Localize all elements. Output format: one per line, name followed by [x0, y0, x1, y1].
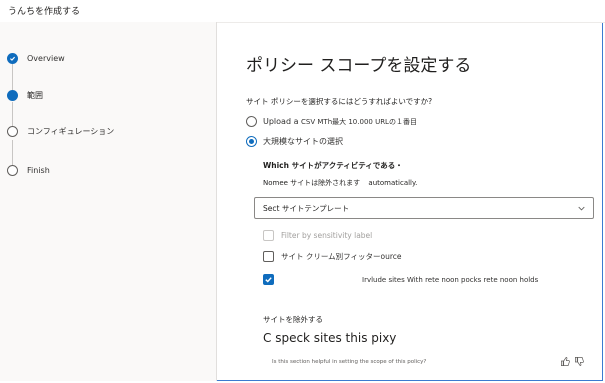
- current-step-icon: [7, 89, 18, 101]
- radio-button[interactable]: [246, 136, 257, 147]
- scope-question: サイト ポリシーを選択するにはどうすればよいですか?: [246, 97, 433, 106]
- step-connector: [12, 64, 13, 90]
- thumbs-up-icon[interactable]: [560, 356, 571, 367]
- checkbox-sensitivity-label[interactable]: Filter by sensitivity label: [263, 230, 372, 241]
- note-text: Nomee サイトは除外されます: [263, 179, 361, 187]
- check-icon: [7, 52, 18, 64]
- wizard-steps: Overview 範囲 コンフィギュレーション Finish: [0, 22, 216, 381]
- step-configuration[interactable]: コンフィギュレーション: [7, 124, 114, 138]
- page-title: ポリシー スコープを設定する: [246, 56, 472, 76]
- exclude-text: C speck sites this pixy: [263, 331, 397, 345]
- note-suffix: automatically.: [368, 179, 418, 187]
- dropdown-value: Sect サイトテンプレート: [263, 204, 350, 213]
- sites-heading: Which サイトがアクティビティである・: [263, 161, 403, 170]
- radio-upload-csv[interactable]: Upload a CSV MTh最大 10.000 URLの１番目: [246, 116, 417, 127]
- step-overview[interactable]: Overview: [7, 51, 65, 65]
- step-label: コンフィギュレーション: [27, 126, 115, 136]
- thumbs-down-icon[interactable]: [574, 356, 585, 367]
- step-finish[interactable]: Finish: [7, 163, 50, 177]
- radio-label: Upload a: [263, 116, 299, 126]
- exclude-heading: サイトを除外する: [263, 315, 323, 324]
- checkbox[interactable]: [263, 230, 274, 241]
- radio-select-sites[interactable]: 大規模なサイトの選択: [246, 136, 343, 147]
- checkbox-include-holds[interactable]: Irvlude sites With rete noon pocks rete …: [263, 274, 538, 285]
- checkbox-label: サイト クリーム別フィッターource: [281, 252, 402, 261]
- step-label: 範囲: [27, 90, 43, 100]
- site-template-dropdown[interactable]: Sect サイトテンプレート: [254, 197, 594, 219]
- top-bar: うんちを作成する: [0, 0, 605, 22]
- step-scope[interactable]: 範囲: [7, 88, 43, 102]
- radio-button[interactable]: [246, 116, 257, 127]
- feedback-question: Is this section helpful in setting the s…: [272, 359, 427, 365]
- pane-divider: [216, 22, 217, 381]
- pending-step-icon: [7, 125, 18, 137]
- check-icon: [265, 277, 272, 283]
- checkbox-label: Filter by sensitivity label: [281, 231, 373, 240]
- app-title: うんちを作成する: [8, 7, 81, 17]
- radio-label: 大規模なサイトの選択: [263, 137, 343, 146]
- step-label: Overview: [27, 53, 65, 63]
- checkbox-label: Irvlude sites With rete noon pocks rete …: [362, 275, 539, 284]
- checkbox[interactable]: [263, 274, 274, 285]
- checkbox-team-filter[interactable]: サイト クリーム別フィッターource: [263, 251, 402, 262]
- chevron-down-icon: [578, 206, 585, 211]
- step-label: Finish: [27, 165, 50, 175]
- radio-detail: CSV MTh最大 10.000 URLの１番目: [301, 117, 417, 126]
- exclusion-note: Nomee サイトは除外されます automatically.: [263, 178, 417, 188]
- checkbox[interactable]: [263, 251, 274, 262]
- pending-step-icon: [7, 164, 18, 176]
